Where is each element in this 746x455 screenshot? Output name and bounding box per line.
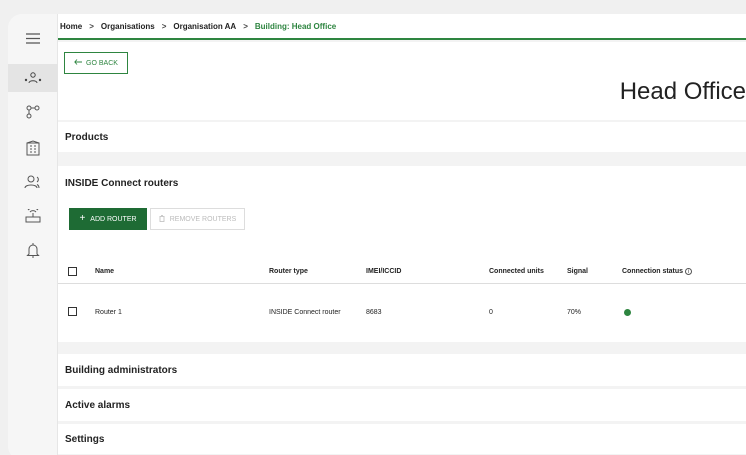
trash-icon (159, 214, 165, 224)
users-icon[interactable] (21, 170, 45, 194)
col-connection-status-label: Connection status (622, 268, 684, 275)
router-signal: 70% (567, 308, 582, 316)
router-type: INSIDE Connect router (269, 308, 341, 316)
router-icon[interactable] (21, 204, 45, 228)
page-title: Head Office (619, 78, 746, 105)
building-icon[interactable] (21, 136, 45, 160)
breadcrumb-separator: > (243, 21, 248, 31)
remove-routers-button[interactable]: REMOVE ROUTERS (150, 208, 245, 230)
sidebar (8, 14, 58, 455)
add-router-label: ADD ROUTER (90, 215, 137, 223)
breadcrumb-separator: > (161, 21, 167, 31)
row-checkbox[interactable] (68, 307, 77, 316)
go-back-label: GO BACK (86, 59, 118, 67)
menu-icon[interactable] (21, 26, 45, 50)
main-content: Home > Organisations > Organisation AA >… (58, 14, 746, 455)
breadcrumb-home[interactable]: Home (60, 22, 82, 31)
routers-panel: INSIDE Connect routers + ADD ROUTER REMO… (58, 166, 746, 342)
routers-title[interactable]: INSIDE Connect routers (65, 178, 178, 189)
section-products[interactable]: Products (58, 122, 746, 152)
router-name: Router 1 (95, 308, 122, 316)
info-icon[interactable]: i (685, 268, 693, 275)
table-header: Name Router type IMEI/ICCID Connected un… (58, 260, 746, 284)
breadcrumb: Home > Organisations > Organisation AA >… (58, 14, 746, 40)
app-frame: Home > Organisations > Organisation AA >… (8, 14, 746, 455)
table-row[interactable]: Router 1 INSIDE Connect router 8683 0 70… (58, 300, 746, 324)
section-building-administrators[interactable]: Building administrators (58, 354, 746, 386)
section-settings-label: Settings (65, 433, 105, 445)
breadcrumb-separator: > (89, 21, 94, 31)
add-router-button[interactable]: + ADD ROUTER (69, 208, 147, 230)
col-router-type[interactable]: Router type (269, 260, 308, 283)
bell-icon[interactable] (21, 238, 45, 262)
col-signal[interactable]: Signal (567, 260, 588, 283)
col-imei[interactable]: IMEI/ICCID (366, 260, 401, 283)
organisations-icon[interactable] (8, 64, 58, 92)
hierarchy-icon[interactable] (21, 100, 45, 124)
col-name[interactable]: Name (95, 260, 114, 283)
section-active-alarms-label: Active alarms (65, 399, 131, 411)
connection-status-dot (624, 300, 631, 324)
router-imei: 8683 (366, 308, 382, 316)
router-units: 0 (489, 308, 493, 316)
breadcrumb-organisation[interactable]: Organisation AA (173, 22, 236, 31)
plus-icon: + (79, 213, 86, 224)
col-connected-units[interactable]: Connected units (489, 260, 544, 283)
breadcrumb-organisations[interactable]: Organisations (101, 22, 155, 31)
section-active-alarms[interactable]: Active alarms (58, 389, 746, 421)
section-products-label: Products (65, 131, 109, 143)
arrow-left-icon (74, 59, 83, 67)
remove-routers-label: REMOVE ROUTERS (169, 215, 237, 223)
section-building-administrators-label: Building administrators (65, 364, 178, 376)
section-settings[interactable]: Settings (58, 424, 746, 454)
col-connection-status[interactable]: Connection status i (622, 260, 693, 283)
select-all-checkbox[interactable] (68, 267, 77, 276)
page-header: GO BACK Head Office (58, 42, 746, 120)
breadcrumb-current: Building: Head Office (254, 21, 337, 31)
go-back-button[interactable]: GO BACK (64, 52, 128, 74)
